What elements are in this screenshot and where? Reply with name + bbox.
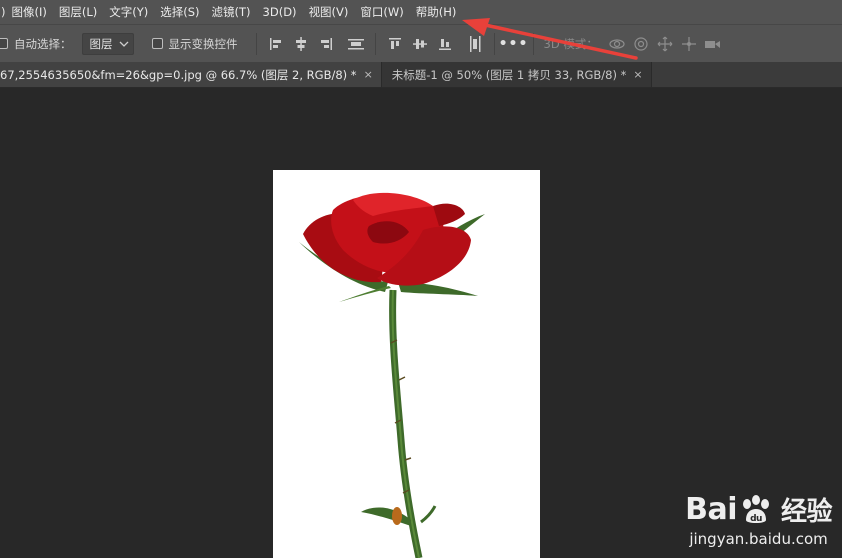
tab-label: 67,2554635650&fm=26&gp=0.jpg @ 66.7% (图层…	[0, 67, 357, 82]
show-transform-label: 显示变换控件	[168, 36, 238, 51]
chevron-down-icon	[119, 41, 128, 47]
slide-3d-icon[interactable]	[678, 33, 700, 55]
pan-3d-icon[interactable]	[654, 33, 676, 55]
orbit-3d-icon[interactable]	[606, 33, 628, 55]
align-left-icon[interactable]	[265, 33, 287, 55]
scale-3d-camera-icon[interactable]	[702, 33, 724, 55]
menu-window[interactable]: 窗口(W)	[354, 0, 409, 24]
menu-layer[interactable]: 图层(L)	[53, 0, 103, 24]
show-transform-checkbox[interactable]	[151, 38, 163, 49]
baidu-jingyan-watermark: Bai du 经验 jingyan.baidu.com	[685, 491, 832, 548]
document-tab-bar: 67,2554635650&fm=26&gp=0.jpg @ 66.7% (图层…	[0, 62, 842, 88]
align-vertical-center-icon[interactable]	[409, 33, 431, 55]
menu-help[interactable]: 帮助(H)	[410, 0, 463, 24]
auto-select-checkbox[interactable]	[0, 38, 8, 49]
align-bottom-icon[interactable]	[434, 33, 456, 55]
divider	[255, 32, 257, 55]
menu-3d[interactable]: 3D(D)	[257, 0, 303, 24]
align-horizontal-center-icon[interactable]	[290, 33, 312, 55]
close-icon[interactable]: ×	[633, 68, 642, 81]
mode-3d-label: 3D 模式：	[543, 36, 598, 51]
divider	[532, 32, 534, 55]
menu-image[interactable]: 图像(I)	[6, 0, 53, 24]
watermark-brand-suffix: 经验	[780, 497, 833, 527]
menu-bar: ) 图像(I) 图层(L) 文字(Y) 选择(S) 滤镜(T) 3D(D) 视图…	[0, 0, 842, 24]
menu-select[interactable]: 选择(S)	[154, 0, 205, 24]
watermark-url: jingyan.baidu.com	[689, 530, 828, 548]
tab-label: 未标题-1 @ 50% (图层 1 拷贝 33, RGB/8) *	[391, 67, 627, 82]
menu-filter[interactable]: 滤镜(T)	[206, 0, 257, 24]
close-icon[interactable]: ×	[364, 68, 373, 81]
distribute-vertical-icon[interactable]	[464, 33, 486, 55]
document-canvas[interactable]	[273, 170, 540, 558]
options-bar: 自动选择： 图层 显示变换控件 ••• 3D 模式：	[0, 24, 842, 62]
auto-select-dropdown[interactable]: 图层	[81, 32, 134, 55]
watermark-brand: Bai	[685, 492, 737, 527]
menu-type[interactable]: 文字(Y)	[103, 0, 154, 24]
roll-3d-icon[interactable]	[630, 33, 652, 55]
svg-text:du: du	[750, 514, 762, 524]
tab-document-untitled[interactable]: 未标题-1 @ 50% (图层 1 拷贝 33, RGB/8) * ×	[380, 62, 652, 87]
align-right-icon[interactable]	[315, 33, 337, 55]
paw-icon: du	[742, 494, 769, 524]
more-options-icon[interactable]: •••	[499, 33, 528, 55]
divider	[374, 32, 376, 55]
distribute-horizontal-icon[interactable]	[345, 33, 367, 55]
menu-view[interactable]: 视图(V)	[303, 0, 355, 24]
canvas-area[interactable]: Bai du 经验 jingyan.baidu.com	[0, 88, 842, 558]
divider	[493, 32, 495, 55]
auto-select-label: 自动选择：	[14, 36, 72, 51]
auto-select-value: 图层	[89, 36, 113, 51]
rose-image	[299, 192, 485, 558]
tab-document-rose[interactable]: 67,2554635650&fm=26&gp=0.jpg @ 66.7% (图层…	[0, 62, 381, 87]
align-top-icon[interactable]	[384, 33, 406, 55]
